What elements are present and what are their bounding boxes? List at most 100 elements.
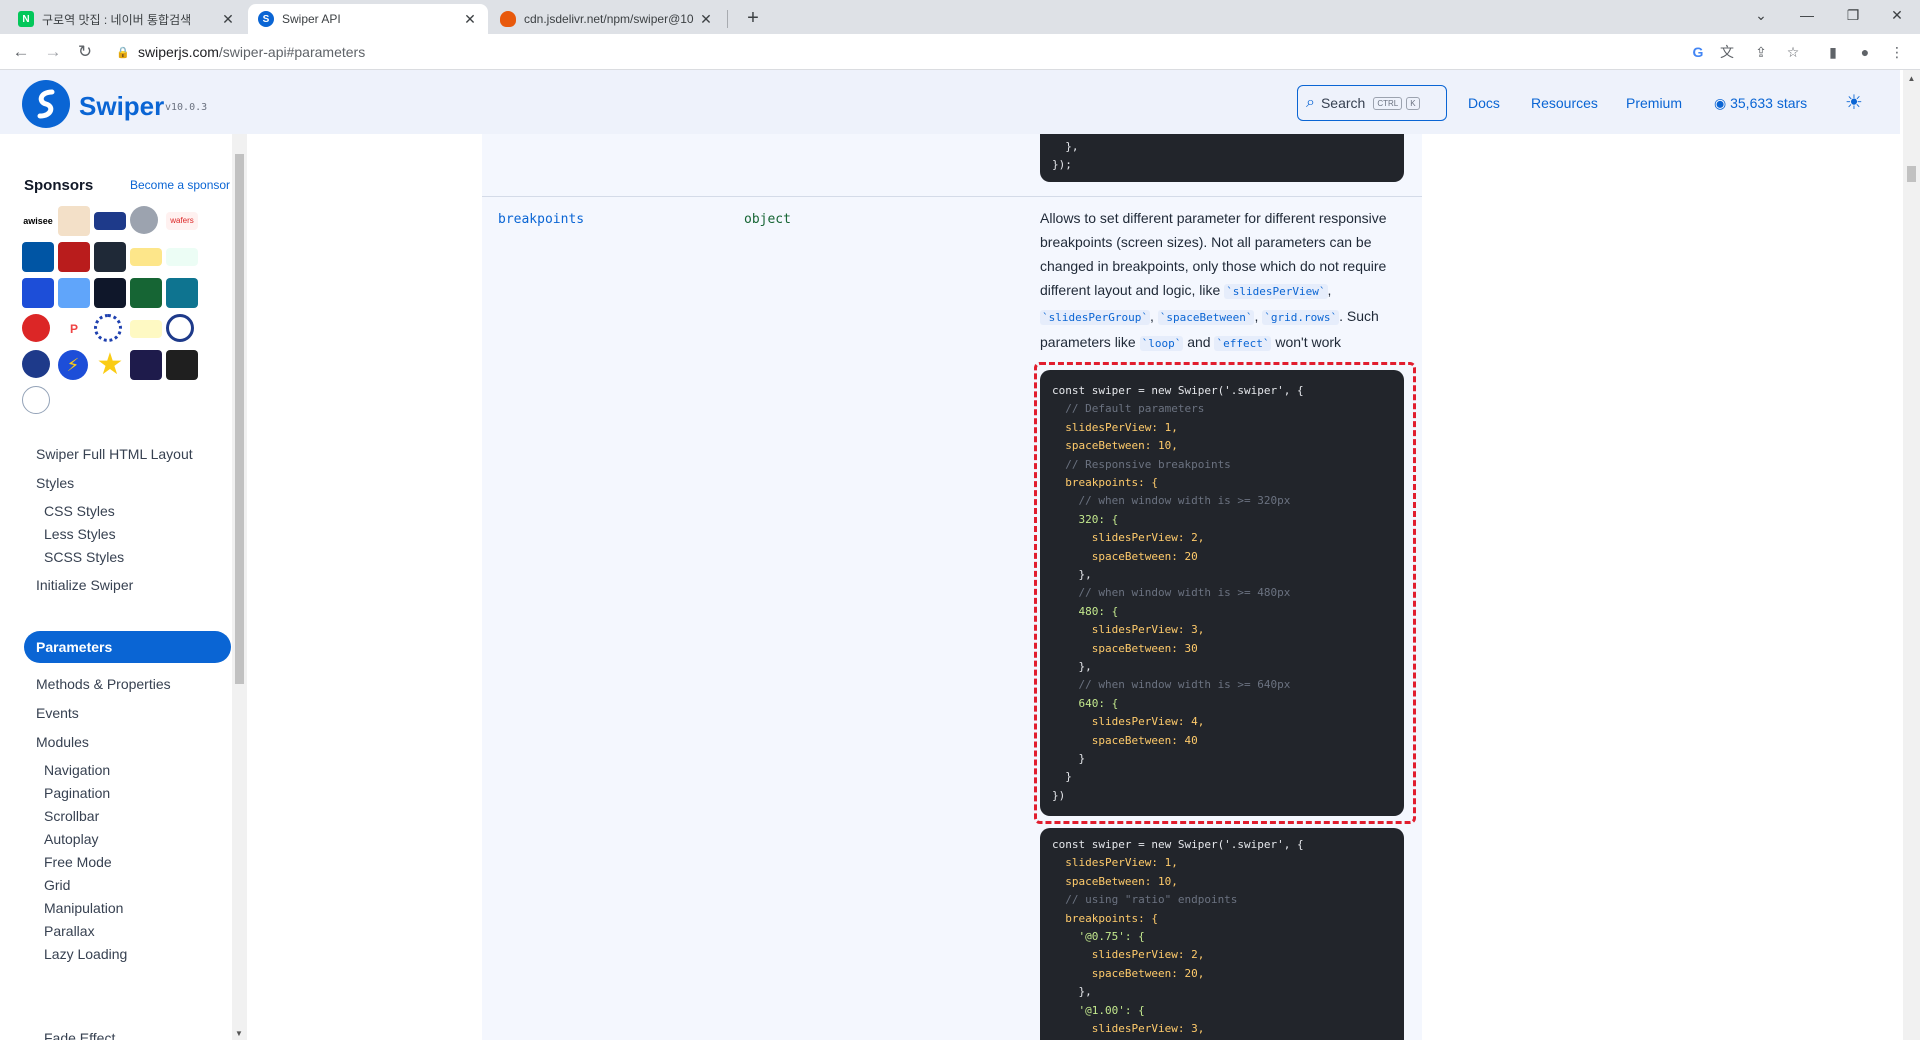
sponsor-logo[interactable] [130, 248, 162, 266]
scroll-down-arrow-icon[interactable]: ▼ [235, 1029, 243, 1038]
sponsor-logo[interactable] [166, 314, 194, 342]
sponsor-logo[interactable] [58, 278, 90, 308]
code-line: slidesPerView: 3, [1052, 623, 1205, 637]
sponsor-logo[interactable] [166, 248, 198, 266]
browser-tab-naver[interactable]: N 구로역 맛집 : 네이버 통합검색 ✕ [8, 4, 246, 34]
sidebar-item-styles[interactable]: Styles [36, 475, 74, 491]
sponsor-logo[interactable] [58, 242, 90, 272]
sidebar-item-autoplay[interactable]: Autoplay [44, 831, 98, 847]
browser-tab-swiper-api[interactable]: S Swiper API ✕ [248, 4, 488, 34]
sponsor-logo[interactable] [130, 350, 162, 380]
nav-resources[interactable]: Resources [1531, 95, 1598, 111]
sponsor-logo[interactable] [94, 212, 126, 230]
sidebar-scrollbar[interactable]: ▼ [232, 134, 247, 1040]
sidebar-scroll-thumb[interactable] [235, 154, 244, 684]
close-tab-icon[interactable]: ✕ [220, 11, 236, 28]
sidebar-item-modules[interactable]: Modules [36, 734, 89, 750]
sponsor-logo[interactable] [58, 206, 90, 236]
sponsor-logo[interactable] [130, 206, 158, 234]
sidebar-item-scrollbar[interactable]: Scrollbar [44, 808, 99, 824]
code-line: slidesPerView: 2, [1052, 948, 1205, 962]
sidebar-item-parameters[interactable]: Parameters [24, 631, 231, 663]
sponsor-logo[interactable] [94, 314, 122, 342]
sponsor-logo[interactable] [22, 242, 54, 272]
sponsor-logo[interactable] [130, 320, 162, 338]
sidebar-item-grid[interactable]: Grid [44, 877, 70, 893]
inline-code: `slidesPerGroup` [1040, 310, 1150, 325]
more-menu-icon[interactable]: ⋮ [1886, 41, 1908, 63]
side-panel-icon[interactable]: ▮ [1822, 41, 1844, 63]
close-tab-icon[interactable]: ✕ [698, 11, 714, 28]
nav-docs[interactable]: Docs [1468, 95, 1500, 111]
sidebar-item-less-styles[interactable]: Less Styles [44, 526, 116, 542]
search-kbd-ctrl: CTRL [1373, 96, 1403, 110]
sponsor-logo[interactable] [22, 386, 50, 414]
tab-title: 구로역 맛집 : 네이버 통합검색 [42, 12, 192, 27]
become-sponsor-link[interactable]: Become a sponsor [130, 178, 230, 192]
minimize-button[interactable]: — [1784, 0, 1830, 30]
tab-divider [727, 10, 728, 28]
sidebar-item-css-styles[interactable]: CSS Styles [44, 503, 115, 519]
github-icon: ◉ [1714, 95, 1727, 111]
sponsor-logo[interactable] [130, 278, 162, 308]
lock-icon: 🔒 [116, 46, 130, 59]
sidebar-item-parallax[interactable]: Parallax [44, 923, 95, 939]
brand-name[interactable]: Swiper [79, 91, 164, 122]
sidebar-item-free-mode[interactable]: Free Mode [44, 854, 112, 870]
sponsor-logo[interactable] [94, 242, 126, 272]
sidebar-item-initialize-swiper[interactable]: Initialize Swiper [36, 577, 133, 593]
sponsor-logo[interactable] [22, 278, 54, 308]
sidebar-item-fade-effect[interactable]: Fade Effect [44, 1030, 115, 1040]
page-scrollbar[interactable]: ▲ [1903, 70, 1920, 1040]
bookmark-star-icon[interactable]: ☆ [1782, 41, 1804, 63]
sponsor-logo[interactable] [94, 278, 126, 308]
swiper-logo-icon[interactable] [22, 80, 70, 128]
code-line: // Responsive breakpoints [1052, 457, 1231, 471]
scroll-up-arrow-icon[interactable]: ▲ [1903, 74, 1920, 83]
code-line: breakpoints: { [1052, 911, 1158, 925]
code-line: // Default parameters [1052, 402, 1205, 416]
sponsor-logo[interactable] [22, 314, 50, 342]
sponsor-logo[interactable] [166, 350, 198, 380]
sidebar-item-full-html-layout[interactable]: Swiper Full HTML Layout [36, 446, 193, 462]
code-line: 480: { [1052, 604, 1119, 618]
code-line: }, [1052, 140, 1079, 153]
tab-search-chevron-icon[interactable]: ⌄ [1738, 0, 1784, 30]
address-bar[interactable]: 🔒 swiperjs.com/swiper-api#parameters [108, 38, 1683, 66]
back-arrow-icon[interactable]: ← [8, 39, 34, 65]
new-tab-button[interactable]: + [739, 4, 767, 32]
translate-icon[interactable]: ⽂ [1716, 41, 1738, 63]
sponsor-logo[interactable]: wafers [166, 212, 198, 230]
code-line: }, [1052, 660, 1092, 673]
sponsor-logo[interactable]: P [58, 320, 90, 338]
param-name[interactable]: breakpoints [498, 212, 584, 227]
sidebar-item-pagination[interactable]: Pagination [44, 785, 110, 801]
sidebar-item-methods-properties[interactable]: Methods & Properties [36, 676, 171, 692]
sidebar-item-navigation[interactable]: Navigation [44, 762, 110, 778]
sidebar-item-events[interactable]: Events [36, 705, 79, 721]
version-label: v10.0.3 [165, 102, 208, 113]
google-icon[interactable]: G [1687, 41, 1709, 63]
sponsor-logo[interactable] [22, 350, 50, 378]
sponsor-logo[interactable]: awisee [22, 206, 54, 236]
forward-arrow-icon[interactable]: → [40, 39, 66, 65]
close-window-button[interactable]: ✕ [1874, 0, 1920, 30]
reload-icon[interactable]: ↻ [72, 39, 98, 65]
sidebar-item-scss-styles[interactable]: SCSS Styles [44, 549, 124, 565]
sponsor-logo[interactable] [166, 278, 198, 308]
sponsor-logo[interactable]: ★ [94, 350, 126, 380]
browser-tab-jsdelivr[interactable]: cdn.jsdelivr.net/npm/swiper@10 ✕ [490, 4, 724, 34]
sponsor-logo[interactable]: ⚡ [58, 350, 88, 380]
share-icon[interactable]: ⇪ [1750, 41, 1772, 63]
nav-premium[interactable]: Premium [1626, 95, 1682, 111]
github-stars-link[interactable]: ◉ 35,633 stars [1714, 95, 1807, 112]
theme-toggle-sun-icon[interactable]: ☀ [1843, 92, 1865, 114]
sidebar-item-lazy-loading[interactable]: Lazy Loading [44, 946, 127, 962]
search-button[interactable]: ⌕ Search CTRL K [1297, 85, 1447, 121]
restore-button[interactable]: ❐ [1830, 0, 1876, 30]
sidebar-item-manipulation[interactable]: Manipulation [44, 900, 123, 916]
close-tab-icon[interactable]: ✕ [462, 11, 478, 28]
profile-avatar-icon[interactable]: ● [1854, 41, 1876, 63]
code-line: spaceBetween: 40 [1052, 733, 1198, 747]
page-scroll-thumb[interactable] [1907, 166, 1916, 182]
